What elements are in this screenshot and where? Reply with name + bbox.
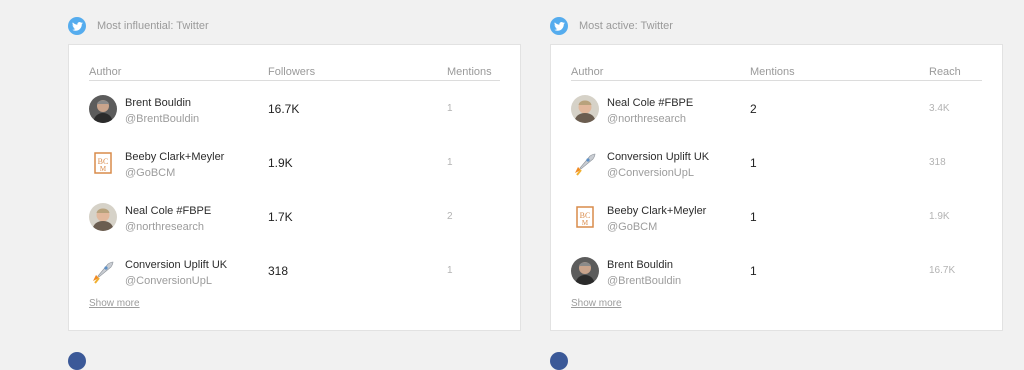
mentions-value: 1 [447, 157, 453, 168]
mentions-value: 1 [447, 103, 453, 114]
author-name[interactable]: Brent Bouldin [607, 259, 673, 271]
followers-value: 318 [268, 264, 289, 278]
reach-value: 1.9K [929, 211, 950, 222]
influential-card: Author Followers Mentions Brent Bouldin … [68, 44, 521, 331]
author-name[interactable]: Brent Bouldin [125, 97, 191, 109]
svg-text:M: M [582, 219, 589, 227]
twitter-icon [550, 17, 568, 35]
mentions-value: 1 [447, 265, 453, 276]
facebook-icon [550, 352, 568, 370]
table-row[interactable]: Brent Bouldin @BrentBouldin 16.7K 1 [69, 93, 520, 133]
twitter-icon [68, 17, 86, 35]
author-handle[interactable]: @northresearch [125, 221, 204, 233]
author-name[interactable]: Neal Cole #FBPE [125, 205, 211, 217]
reach-value: 3.4K [929, 103, 950, 114]
author-name[interactable]: Beeby Clark+Meyler [125, 151, 224, 163]
person-avatar-icon [89, 95, 117, 123]
mentions-value: 2 [447, 211, 453, 222]
reach-value: 318 [929, 157, 946, 168]
author-name[interactable]: Conversion Uplift UK [607, 151, 709, 163]
bcm-logo-icon: BC M [89, 149, 117, 177]
column-header-reach: Reach [929, 66, 961, 78]
mentions-value: 1 [750, 156, 757, 170]
mentions-value: 1 [750, 210, 757, 224]
mentions-value: 1 [750, 264, 757, 278]
column-header-author: Author [89, 66, 122, 78]
rocket-logo-icon [89, 257, 117, 285]
reach-value: 16.7K [929, 265, 956, 276]
author-handle[interactable]: @BrentBouldin [607, 275, 681, 287]
table-row[interactable]: Conversion Uplift UK @ConversionUpL 318 … [69, 255, 520, 295]
author-name[interactable]: Beeby Clark+Meyler [607, 205, 706, 217]
table-row[interactable]: Conversion Uplift UK @ConversionUpL 1 31… [551, 147, 1002, 187]
header-divider [89, 80, 500, 81]
table-row[interactable]: Brent Bouldin @BrentBouldin 1 16.7K [551, 255, 1002, 295]
panel-header: Most influential: Twitter [68, 17, 209, 35]
author-name[interactable]: Conversion Uplift UK [125, 259, 227, 271]
column-header-mentions: Mentions [447, 66, 492, 78]
author-name[interactable]: Neal Cole #FBPE [607, 97, 693, 109]
column-header-mentions: Mentions [750, 66, 795, 78]
author-handle[interactable]: @GoBCM [125, 167, 175, 179]
table-row[interactable]: BC M Beeby Clark+Meyler @GoBCM 1 1.9K [551, 201, 1002, 241]
rocket-logo-icon [571, 149, 599, 177]
column-header-followers: Followers [268, 66, 316, 78]
person-avatar-icon [571, 95, 599, 123]
bcm-logo-icon: BC M [571, 203, 599, 231]
column-header-author: Author [571, 66, 604, 78]
show-more-link[interactable]: Show more [89, 298, 140, 309]
author-handle[interactable]: @BrentBouldin [125, 113, 199, 125]
mentions-value: 2 [750, 102, 757, 116]
svg-text:M: M [100, 165, 107, 173]
author-handle[interactable]: @ConversionUpL [125, 275, 212, 287]
followers-value: 16.7K [268, 102, 300, 116]
panel-title: Most active: Twitter [579, 20, 673, 32]
person-avatar-icon [571, 257, 599, 285]
table-row[interactable]: Neal Cole #FBPE @northresearch 1.7K 2 [69, 201, 520, 241]
followers-value: 1.7K [268, 210, 293, 224]
person-avatar-icon [89, 203, 117, 231]
author-handle[interactable]: @GoBCM [607, 221, 657, 233]
followers-value: 1.9K [268, 156, 293, 170]
author-handle[interactable]: @ConversionUpL [607, 167, 694, 179]
table-row[interactable]: BC M Beeby Clark+Meyler @GoBCM 1.9K 1 [69, 147, 520, 187]
panel-title: Most influential: Twitter [97, 20, 209, 32]
facebook-icon [68, 352, 86, 370]
header-divider [571, 80, 982, 81]
table-row[interactable]: Neal Cole #FBPE @northresearch 2 3.4K [551, 93, 1002, 133]
panel-header: Most active: Twitter [550, 17, 673, 35]
active-card: Author Mentions Reach Neal Cole #FBPE @n… [550, 44, 1003, 331]
author-handle[interactable]: @northresearch [607, 113, 686, 125]
show-more-link[interactable]: Show more [571, 298, 622, 309]
